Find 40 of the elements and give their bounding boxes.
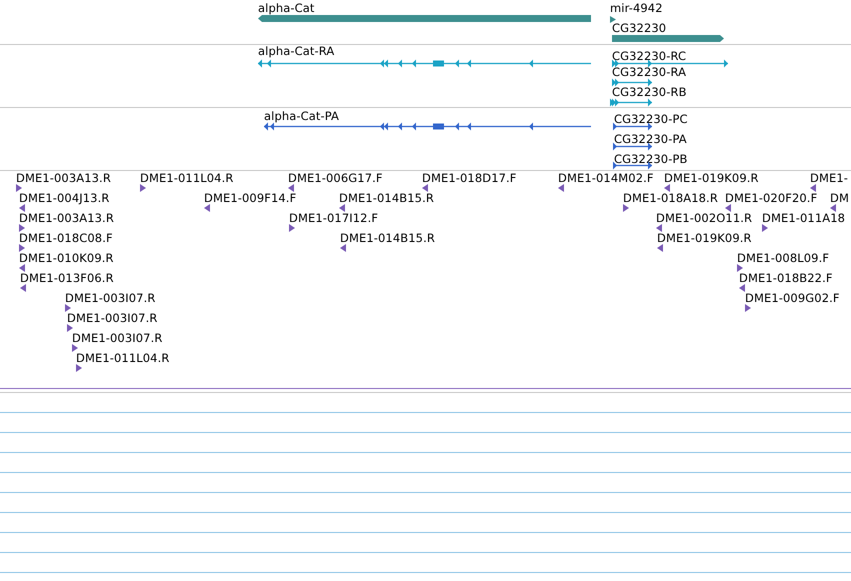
- feature-label: DME1-009G02.F: [745, 292, 840, 305]
- feature-label: CG32230-PC: [614, 113, 688, 126]
- feature-label: DME1-018D17.F: [422, 172, 517, 185]
- feature-label: DME1-017I12.F: [289, 212, 378, 225]
- feature-label: DME1-003I07.R: [67, 312, 158, 325]
- feature-label: DME1-013F06.R: [20, 272, 114, 285]
- feature-label: CG32230-PA: [614, 133, 687, 146]
- feature-label: DME1-014B15.R: [339, 192, 434, 205]
- feature-label: DME1-006G17.F: [288, 172, 383, 185]
- feature-label: CG32230-PB: [614, 153, 688, 166]
- feature-label: DME1-011A18: [762, 212, 846, 225]
- feature-label: DME1-020F20.F: [725, 192, 818, 205]
- feature-label: DME1-018A18.R: [623, 192, 718, 205]
- feature-label: DM: [830, 192, 849, 205]
- feature-label: DME1-010K09.R: [19, 252, 114, 265]
- feature-label: CG32230-RB: [612, 86, 687, 99]
- feature-label: DME1-019K09.R: [657, 232, 752, 245]
- feature-label: DME1-004J13.R: [19, 192, 110, 205]
- feature-label: DME1-011L04.R: [140, 172, 234, 185]
- feature-label: CG32230: [612, 22, 666, 35]
- feature-label: DME1-019K09.R: [664, 172, 759, 185]
- feature-label: DME1-003A13.R: [16, 172, 111, 185]
- feature-label: DME1-003A13.R: [19, 212, 114, 225]
- feature-label: DME1-011L04.R: [76, 352, 170, 365]
- feature-label: CG32230-RC: [612, 50, 686, 63]
- feature-label: alpha-Cat: [258, 2, 315, 15]
- feature-label: DME1-014B15.R: [340, 232, 435, 245]
- feature-label: DME1-003I07.R: [72, 332, 162, 345]
- feature-label: mir-4942: [610, 2, 663, 15]
- feature-label: DME1-: [810, 172, 848, 185]
- feature-label: DME1-003I07.R: [65, 292, 156, 305]
- feature-label: DME1-014M02.F: [558, 172, 654, 185]
- feature-label: alpha-Cat-RA: [258, 45, 334, 58]
- feature-label: DME1-008L09.F: [737, 252, 830, 265]
- feature-label: DME1-018C08.F: [19, 232, 113, 245]
- feature-label: DME1-002O11.R: [656, 212, 752, 225]
- feature-label: DME1-018B22.F: [739, 272, 833, 285]
- feature-label: DME1-009F14.F: [204, 192, 296, 205]
- feature-label: CG32230-RA: [612, 66, 686, 79]
- feature-label: alpha-Cat-PA: [264, 110, 340, 123]
